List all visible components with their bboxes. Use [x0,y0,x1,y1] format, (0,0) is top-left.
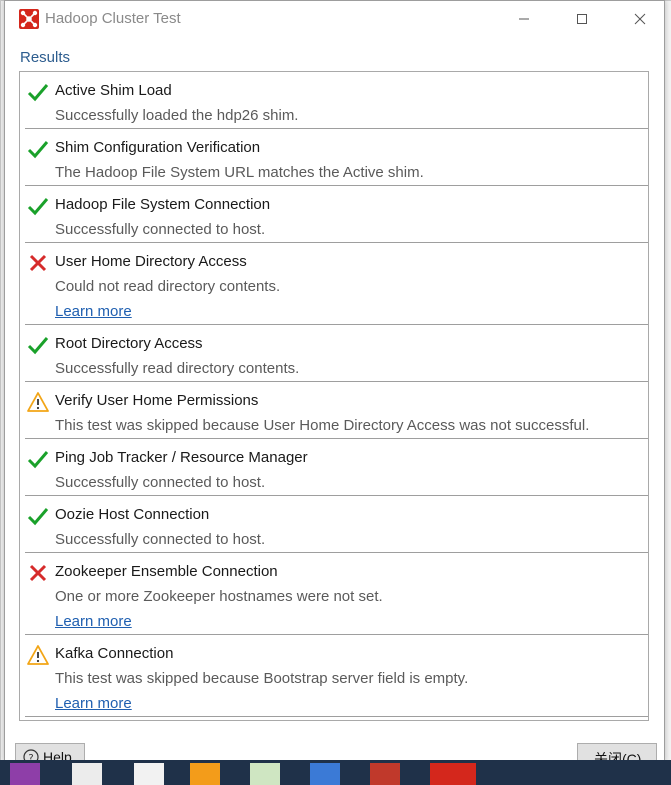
result-test-name: Zookeeper Ensemble Connection [55,563,278,580]
maximize-button[interactable] [559,5,605,33]
minimize-button[interactable] [501,5,547,33]
result-message: Successfully read directory contents. [55,360,300,377]
taskbar-app-pentaho[interactable] [430,763,476,785]
result-row: Oozie Host Connection Successfully connec… [25,496,648,553]
warning-triangle-icon [27,392,49,412]
success-check-icon [27,449,49,469]
learn-more-link[interactable]: Learn more [55,695,132,712]
result-test-name: Kafka Connection [55,645,174,662]
result-message: One or more Zookeeper hostnames were not… [55,588,383,605]
result-message: This test was skipped because Bootstrap … [55,670,469,687]
error-x-icon [27,563,49,583]
result-row: Root Directory Access Successfully read d… [25,325,648,382]
result-test-name: Root Directory Access [55,335,203,352]
error-x-icon [27,253,49,273]
result-test-name: Active Shim Load [55,82,172,99]
result-row: Kafka Connection This test was skipped be… [25,635,648,717]
results-label: Results [20,49,71,66]
maximize-icon [577,14,587,24]
taskbar-app-sublime[interactable] [190,763,220,785]
close-window-button[interactable] [617,5,663,33]
result-row: Ping Job Tracker / Resource Manager Succe… [25,439,648,496]
taskbar-app-typora[interactable] [134,763,164,785]
result-message: Successfully connected to host. [55,474,266,491]
learn-more-link[interactable]: Learn more [55,613,132,630]
result-row: Verify User Home Permissions This test wa… [25,382,648,439]
result-message: Successfully loaded the hdp26 shim. [55,107,299,124]
result-row: Active Shim Load Successfully loaded the … [25,72,648,129]
title-bar[interactable]: Hadoop Cluster Test [5,1,664,37]
result-test-name: User Home Directory Access [55,253,247,270]
pentaho-app-icon [19,9,39,29]
taskbar-app-git[interactable] [370,763,400,785]
result-message: Could not read directory contents. [55,278,281,295]
result-message: This test was skipped because User Home … [55,417,590,434]
result-row: Zookeeper Ensemble Connection One or more… [25,553,648,635]
taskbar [0,760,671,785]
close-icon [634,13,646,25]
taskbar-app-notepad[interactable] [250,763,280,785]
result-row: Shim Configuration Verification The Hadoo… [25,129,648,186]
result-test-name: Oozie Host Connection [55,506,210,523]
success-check-icon [27,196,49,216]
result-test-name: Hadoop File System Connection [55,196,271,213]
taskbar-app-vmware[interactable] [310,763,340,785]
result-row: User Home Directory Access Could not read… [25,243,648,325]
success-check-icon [27,139,49,159]
learn-more-link[interactable]: Learn more [55,303,132,320]
result-test-name: Shim Configuration Verification [55,139,261,156]
hadoop-cluster-test-dialog: Hadoop Cluster Test Results Active Shim … [4,0,665,771]
taskbar-app-calculator[interactable] [72,763,102,785]
result-message: Successfully connected to host. [55,221,266,238]
minimize-icon [519,18,529,20]
success-check-icon [27,335,49,355]
result-message: Successfully connected to host. [55,531,266,548]
result-test-name: Verify User Home Permissions [55,392,259,409]
result-test-name: Ping Job Tracker / Resource Manager [55,449,308,466]
window-title: Hadoop Cluster Test [45,10,181,27]
result-row: Hadoop File System Connection Successfull… [25,186,648,243]
taskbar-app-intellij[interactable] [10,763,40,785]
results-list[interactable]: Active Shim Load Successfully loaded the … [19,71,649,721]
success-check-icon [27,506,49,526]
success-check-icon [27,82,49,102]
result-message: The Hadoop File System URL matches the A… [55,164,424,181]
warning-triangle-icon [27,645,49,665]
